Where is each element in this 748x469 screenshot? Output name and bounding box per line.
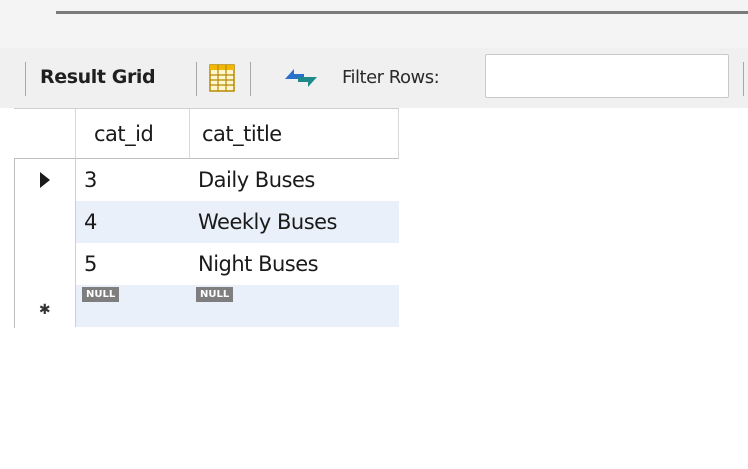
current-row-arrow-icon (39, 172, 50, 188)
cell-cat-title[interactable]: Daily Buses (190, 159, 399, 201)
null-badge: NULL (196, 287, 234, 302)
table-row[interactable]: 4 Weekly Buses (14, 201, 399, 243)
row-indicator[interactable]: ✱ (14, 285, 76, 327)
top-divider-line (56, 11, 748, 14)
refresh-arrows-icon[interactable] (280, 64, 322, 92)
row-indicator[interactable] (14, 159, 76, 201)
toolbar-separator (743, 62, 744, 96)
cell-cat-title[interactable]: Night Buses (190, 243, 399, 285)
cell-cat-title-new[interactable]: NULL (190, 285, 399, 327)
header-corner[interactable] (14, 109, 76, 159)
column-header-cat-id[interactable]: cat_id (76, 109, 190, 159)
new-row[interactable]: ✱ NULL NULL (14, 285, 399, 327)
table-row[interactable]: 5 Night Buses (14, 243, 399, 285)
cell-cat-id-new[interactable]: NULL (76, 285, 190, 327)
toolbar-separator (196, 62, 197, 96)
result-grid: cat_id cat_title 3 Daily Buses 4 Weekly … (14, 108, 399, 327)
grid-header-row: cat_id cat_title (14, 108, 399, 159)
cell-cat-id[interactable]: 5 (76, 243, 190, 285)
row-indicator[interactable] (14, 201, 76, 243)
column-header-cat-title[interactable]: cat_title (190, 109, 399, 159)
cell-cat-title[interactable]: Weekly Buses (190, 201, 399, 243)
table-row[interactable]: 3 Daily Buses (14, 159, 399, 201)
cell-cat-id[interactable]: 4 (76, 201, 190, 243)
null-badge: NULL (82, 287, 120, 302)
result-grid-tab[interactable]: Result Grid (40, 66, 156, 88)
grid-layout-icon[interactable] (209, 64, 235, 92)
row-indicator[interactable] (14, 243, 76, 285)
cell-cat-id[interactable]: 3 (76, 159, 190, 201)
filter-rows-label: Filter Rows: (342, 67, 440, 88)
top-area (0, 0, 748, 48)
toolbar-separator (250, 62, 251, 96)
filter-rows-input[interactable] (485, 54, 729, 98)
toolbar-grip (25, 62, 26, 96)
new-row-asterisk-icon: ✱ (38, 302, 51, 318)
